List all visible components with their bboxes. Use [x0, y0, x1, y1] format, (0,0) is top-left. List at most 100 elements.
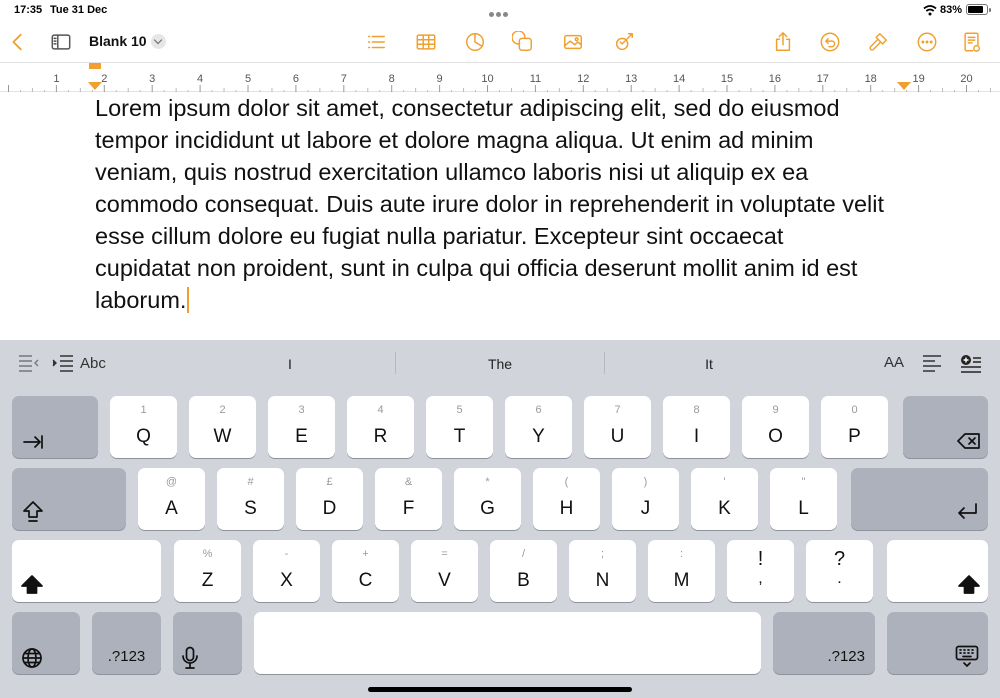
outdent-icon[interactable] — [18, 354, 40, 372]
ruler-number: 10 — [481, 73, 493, 85]
numbers-key-label: .?123 — [107, 648, 146, 665]
key-primary-label: J — [640, 498, 651, 519]
return-icon — [955, 502, 979, 527]
left-shift-key[interactable] — [12, 540, 161, 602]
tab-key[interactable] — [12, 396, 98, 458]
key-h[interactable]: (H — [533, 468, 600, 530]
text-cursor — [187, 287, 190, 313]
key-secondary-label: / — [521, 548, 526, 560]
delete-key[interactable] — [903, 396, 988, 458]
document-setup-icon[interactable] — [960, 30, 984, 54]
back-chevron-icon[interactable] — [6, 30, 30, 54]
shapes-icon[interactable] — [511, 30, 535, 54]
key-u[interactable]: 7U — [584, 396, 651, 458]
key-v[interactable]: = V — [411, 540, 478, 602]
key-s[interactable]: # S — [217, 468, 284, 530]
ruler-number: 19 — [912, 73, 924, 85]
key-e[interactable]: 3E — [268, 396, 335, 458]
insert-icon[interactable] — [960, 354, 982, 374]
right-shift-key[interactable] — [887, 540, 988, 602]
body-text[interactable]: Lorem ipsum dolor sit amet, consectetur … — [95, 95, 884, 313]
table-icon[interactable] — [414, 30, 438, 54]
key-k[interactable]: ' K — [691, 468, 758, 530]
dictation-key[interactable] — [173, 612, 242, 674]
suggestion-3[interactable]: It — [609, 356, 809, 372]
document-body[interactable]: Lorem ipsum dolor sit amet, consectetur … — [95, 92, 885, 316]
key-r[interactable]: 4R — [347, 396, 414, 458]
key-a[interactable]: @ A — [138, 468, 205, 530]
key-secondary-label: & — [404, 476, 413, 488]
ruler-number: 18 — [865, 73, 877, 85]
numbers-key-right[interactable]: .?123 — [773, 612, 875, 674]
font-size-button[interactable]: AA — [884, 354, 904, 371]
key-secondary-label: % — [202, 548, 213, 560]
key-primary-label: . — [837, 570, 842, 587]
key-secondary-label: # — [247, 476, 254, 488]
key-c[interactable]: + C — [332, 540, 399, 602]
key-l[interactable]: " L — [770, 468, 837, 530]
key-secondary-label: 3 — [298, 404, 305, 416]
home-indicator[interactable] — [368, 687, 632, 692]
format-brush-icon[interactable] — [866, 30, 890, 54]
ruler-number: 16 — [769, 73, 781, 85]
key-z[interactable]: % Z — [174, 540, 241, 602]
key-x[interactable]: -X — [253, 540, 320, 602]
space-bar[interactable] — [254, 612, 761, 674]
key-f[interactable]: & F — [375, 468, 442, 530]
suggestion-1[interactable]: I — [190, 356, 390, 372]
suggestion-divider — [395, 352, 396, 374]
key-q[interactable]: 1Q — [110, 396, 177, 458]
numbers-key-left[interactable]: .?123 — [92, 612, 161, 674]
key-m[interactable]: :M — [648, 540, 715, 602]
paragraph-style-button[interactable]: Abc — [80, 355, 106, 372]
key-comma[interactable]: !, — [727, 540, 794, 602]
chart-icon[interactable] — [463, 30, 487, 54]
globe-icon — [21, 647, 43, 674]
share-icon[interactable] — [771, 30, 795, 54]
indent-icon[interactable] — [52, 354, 74, 372]
wifi-icon — [923, 5, 937, 16]
key-primary-label: U — [610, 426, 625, 447]
key-o[interactable]: 9O — [742, 396, 809, 458]
key-d[interactable]: £ D — [296, 468, 363, 530]
key-g[interactable]: * G — [454, 468, 521, 530]
key-n[interactable]: ; N — [569, 540, 636, 602]
list-icon[interactable] — [364, 30, 388, 54]
key-p[interactable]: 0P — [821, 396, 888, 458]
globe-key[interactable] — [12, 612, 80, 674]
title-chevron-down-icon[interactable] — [151, 34, 166, 49]
key-primary-label: Y — [532, 426, 545, 447]
key-y[interactable]: 6Y — [505, 396, 572, 458]
ruler-number: 9 — [437, 73, 443, 85]
numbers-key-label: .?123 — [827, 648, 865, 665]
smart-annotation-icon[interactable] — [612, 30, 636, 54]
document-title[interactable]: Blank 10 — [89, 33, 147, 49]
return-key[interactable] — [851, 468, 988, 530]
key-secondary-label: : — [679, 548, 684, 560]
key-primary-label: L — [798, 498, 809, 519]
sidebar-icon[interactable] — [49, 30, 73, 54]
key-secondary-label: ' — [723, 476, 726, 488]
ruler-number: 20 — [960, 73, 972, 85]
ruler-number: 5 — [245, 73, 251, 85]
more-icon[interactable] — [915, 30, 939, 54]
key-secondary-label: 5 — [456, 404, 463, 416]
align-left-icon[interactable] — [922, 354, 942, 372]
toolbar: Blank 10 — [0, 22, 1000, 62]
key-secondary-label: ; — [600, 548, 605, 560]
key-primary-label: P — [848, 426, 861, 447]
multitasking-dots-icon[interactable] — [489, 8, 511, 17]
key-i[interactable]: 8I — [663, 396, 730, 458]
media-icon[interactable] — [561, 30, 585, 54]
ruler[interactable]: 1 2 3 4 5 6 7 8 9 10 11 12 13 14 15 16 17 18 19 20 — [0, 62, 1000, 92]
key-t[interactable]: 5T — [426, 396, 493, 458]
key-b[interactable]: / B — [490, 540, 557, 602]
dismiss-keyboard-key[interactable] — [887, 612, 988, 674]
key-w[interactable]: 2W — [189, 396, 256, 458]
caps-lock-key[interactable] — [12, 468, 126, 530]
undo-icon[interactable] — [818, 30, 842, 54]
key-primary-label: X — [280, 570, 293, 591]
key-j[interactable]: ) J — [612, 468, 679, 530]
key-period[interactable]: ?. — [806, 540, 873, 602]
suggestion-2[interactable]: The — [400, 356, 600, 372]
